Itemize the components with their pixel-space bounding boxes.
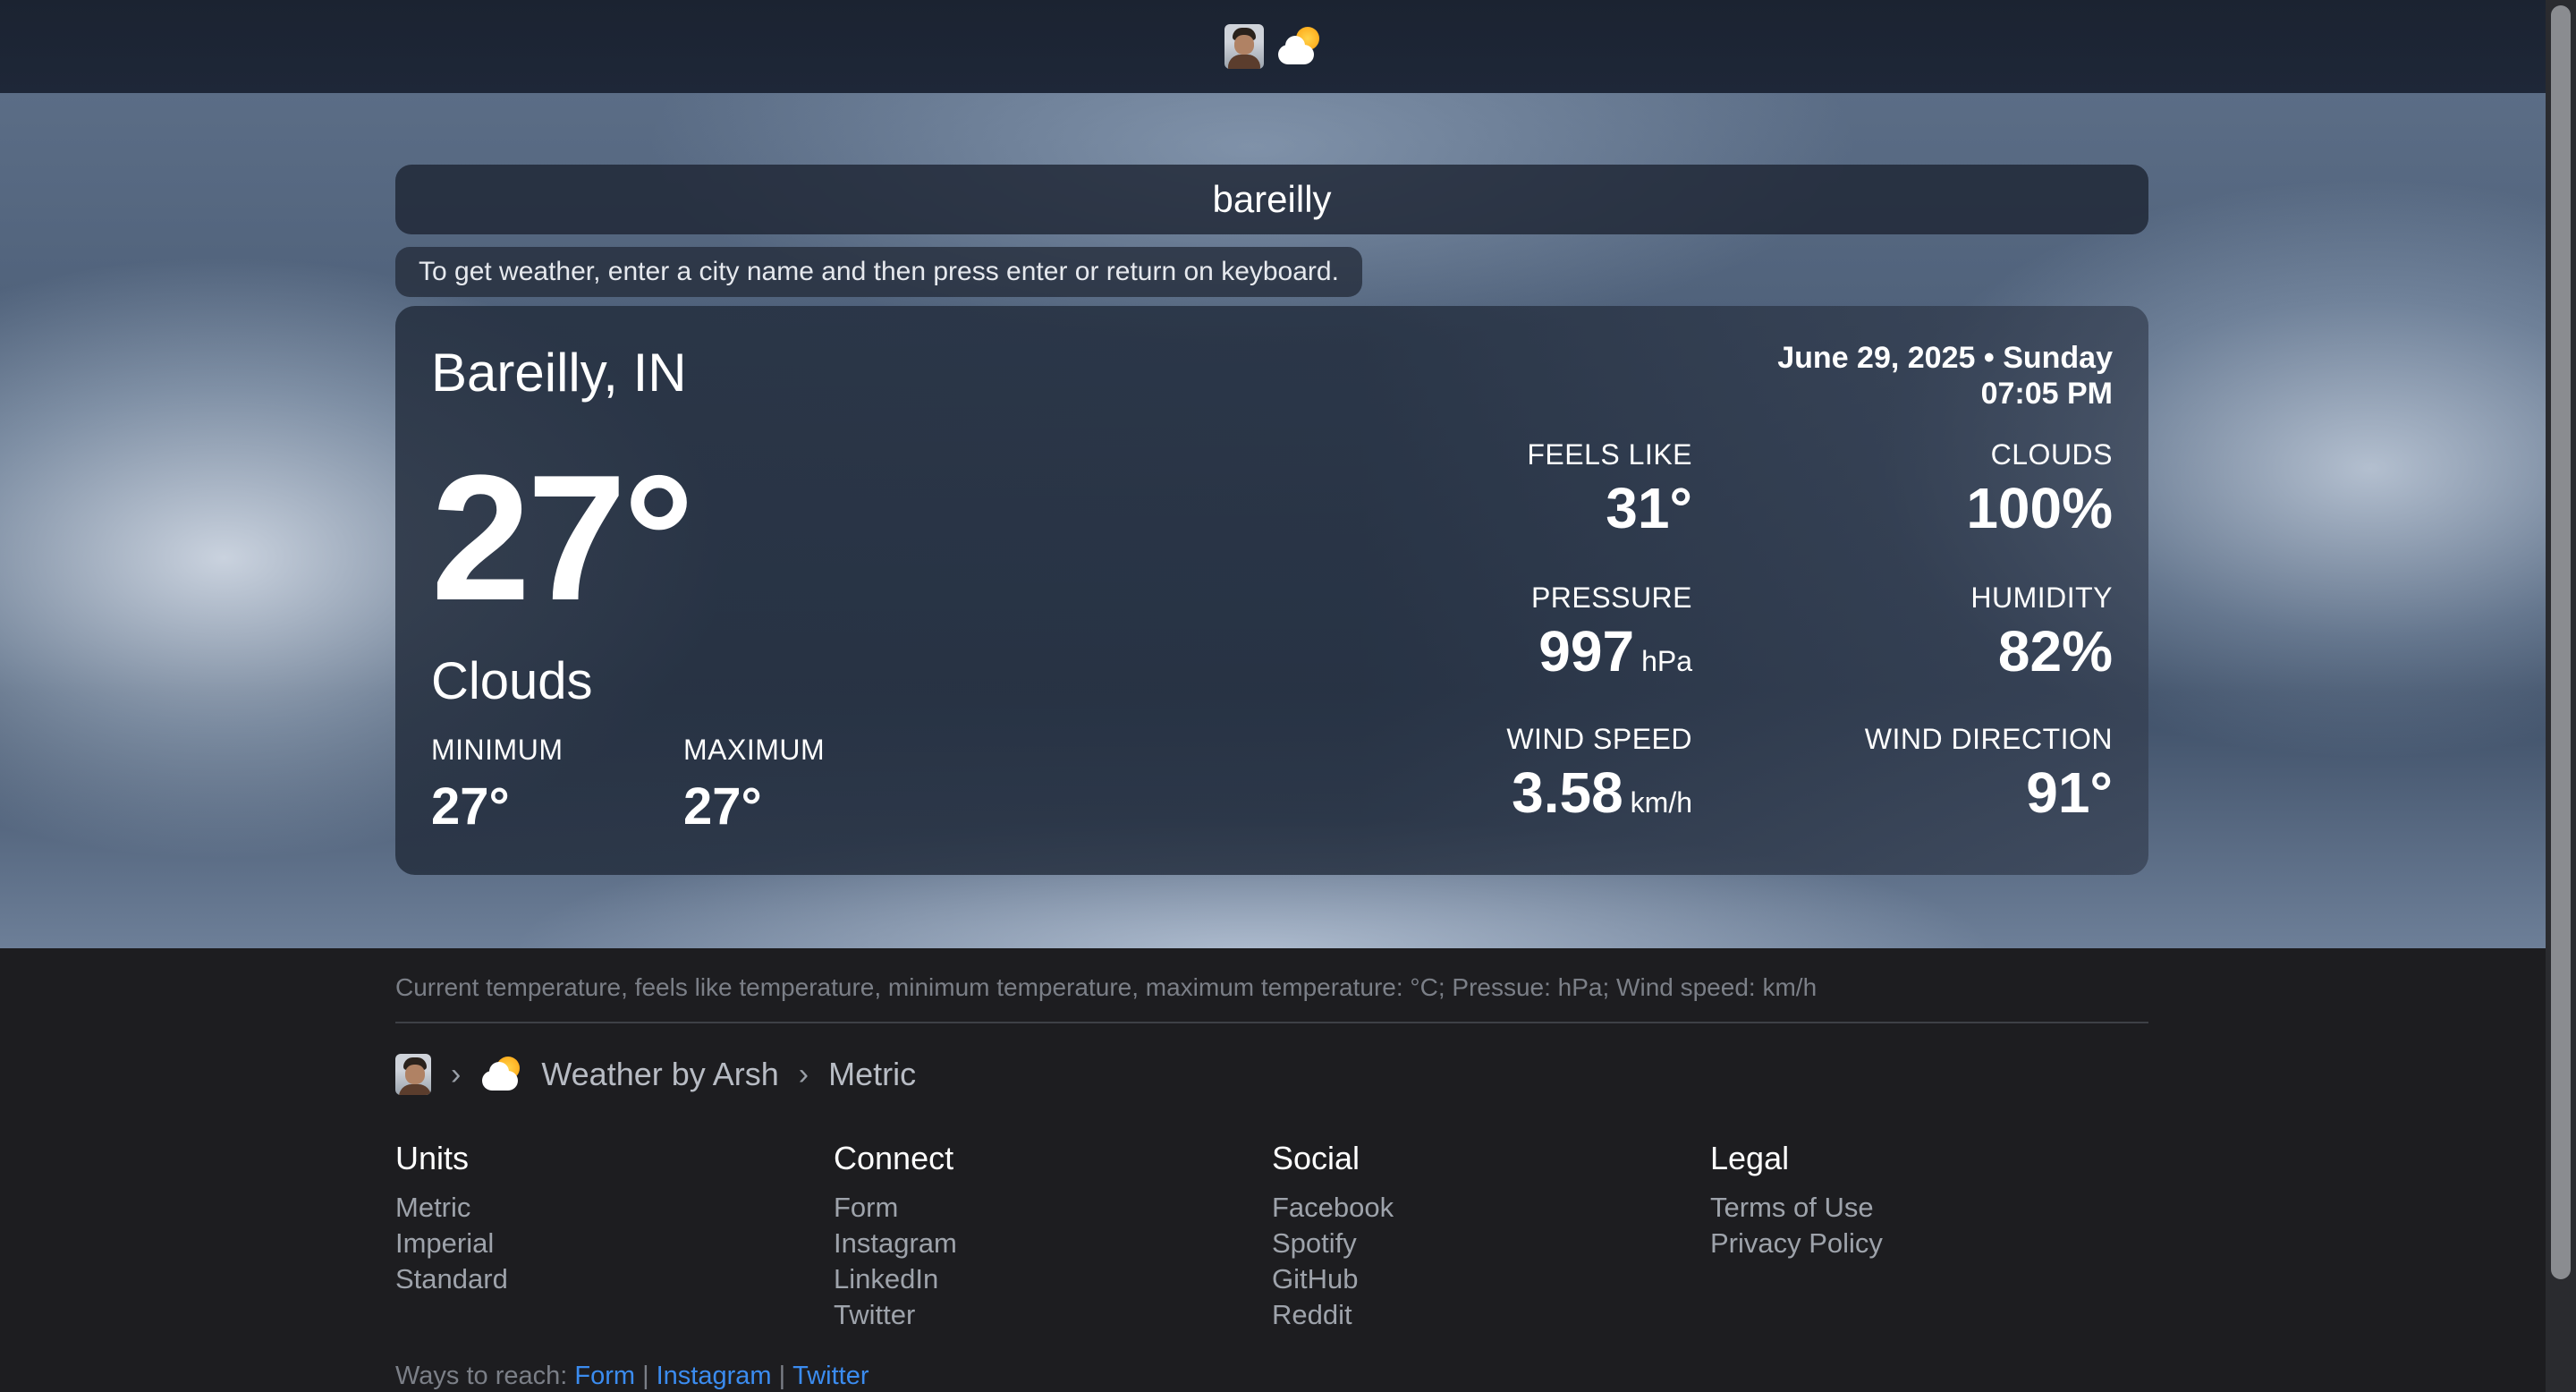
humidity-label: HUMIDITY (1970, 581, 2113, 614)
wind-speed-label: WIND SPEED (1506, 723, 1692, 755)
date-label: June 29, 2025 • Sunday (1777, 341, 2113, 375)
link-privacy-policy[interactable]: Privacy Policy (1710, 1226, 1883, 1261)
link-form[interactable]: Form (834, 1190, 957, 1226)
connect-column: Connect Form Instagram LinkedIn Twitter (834, 1140, 957, 1333)
ways-link-form[interactable]: Form (574, 1362, 635, 1390)
breadcrumb-app[interactable]: Weather by Arsh (541, 1056, 778, 1093)
humidity-value: 82% (1997, 619, 2113, 683)
social-column: Social Facebook Spotify GitHub Reddit (1272, 1140, 1394, 1333)
units-heading: Units (395, 1140, 470, 1176)
units-note: Current temperature, feels like temperat… (395, 973, 1818, 1001)
maximum-value: 27° (683, 777, 762, 836)
separator: | (642, 1362, 649, 1390)
link-github[interactable]: GitHub (1272, 1261, 1394, 1297)
wind-direction-label: WIND DIRECTION (1864, 723, 2113, 755)
separator: | (778, 1362, 786, 1390)
pressure-label: PRESSURE (1530, 581, 1692, 614)
link-reddit[interactable]: Reddit (1272, 1297, 1394, 1333)
breadcrumb-current[interactable]: Metric (828, 1056, 916, 1093)
city-search-input[interactable]: bareilly (395, 165, 2148, 234)
wind-speed-unit: km/h (1630, 786, 1692, 819)
city-name: Bareilly, IN (431, 343, 687, 403)
link-linkedin[interactable]: LinkedIn (834, 1261, 957, 1297)
ways-to-reach: Ways to reach: Form | Instagram | Twitter (395, 1362, 869, 1391)
weather-logo-icon[interactable] (480, 1057, 521, 1092)
scrollbar[interactable] (2546, 0, 2576, 1392)
units-column: Units Metric Imperial Standard (395, 1140, 508, 1297)
breadcrumb-avatar[interactable] (395, 1054, 431, 1095)
link-standard[interactable]: Standard (395, 1261, 508, 1297)
footer: Current temperature, feels like temperat… (0, 948, 2546, 1392)
breadcrumb: › Weather by Arsh › Metric (395, 1054, 916, 1095)
chevron-right-icon: › (451, 1057, 462, 1091)
link-metric[interactable]: Metric (395, 1190, 508, 1226)
ways-link-instagram[interactable]: Instagram (657, 1362, 772, 1390)
feels-like-label: FEELS LIKE (1527, 438, 1692, 471)
divider (395, 1022, 2148, 1023)
date-time: June 29, 2025 • Sunday 07:05 PM (1777, 340, 2113, 412)
search-hint: To get weather, enter a city name and th… (395, 247, 1362, 297)
maximum-label: MAXIMUM (683, 734, 826, 766)
feels-like-stat: FEELS LIKE 31° (1527, 438, 1692, 539)
link-spotify[interactable]: Spotify (1272, 1226, 1394, 1261)
link-imperial[interactable]: Imperial (395, 1226, 508, 1261)
minimum-label: MINIMUM (431, 734, 564, 766)
connect-heading: Connect (834, 1140, 954, 1176)
top-bar (0, 0, 2546, 93)
humidity-stat: HUMIDITY 82% (1970, 581, 2113, 683)
clouds-stat: CLOUDS 100% (1966, 438, 2113, 539)
wind-direction-value: 91° (2026, 760, 2113, 825)
wind-speed-stat: WIND SPEED 3.58 km/h (1506, 723, 1692, 824)
ways-link-twitter[interactable]: Twitter (792, 1362, 869, 1390)
link-instagram[interactable]: Instagram (834, 1226, 957, 1261)
clouds-value: 100% (1966, 476, 2113, 540)
feels-like-value: 31° (1606, 476, 1692, 540)
ways-label: Ways to reach: (395, 1362, 568, 1390)
weather-condition: Clouds (431, 652, 593, 710)
wind-speed-value: 3.58 (1512, 760, 1623, 825)
clouds-label: CLOUDS (1990, 438, 2113, 471)
current-temperature: 27° (431, 438, 694, 638)
pressure-stat: PRESSURE 997 hPa (1531, 581, 1692, 683)
weather-card: Bareilly, IN 27° Clouds MINIMUM 27° MAXI… (395, 306, 2148, 875)
avatar[interactable] (1224, 24, 1264, 69)
minimum-value: 27° (431, 777, 510, 836)
scrollbar-thumb[interactable] (2551, 5, 2571, 1279)
legal-column: Legal Terms of Use Privacy Policy (1710, 1140, 1883, 1261)
link-facebook[interactable]: Facebook (1272, 1190, 1394, 1226)
weather-logo-icon[interactable] (1276, 27, 1321, 66)
legal-heading: Legal (1710, 1140, 1790, 1176)
time-label: 07:05 PM (1980, 377, 2113, 411)
pressure-value: 997 (1538, 619, 1635, 683)
pressure-unit: hPa (1641, 645, 1692, 677)
social-heading: Social (1272, 1140, 1360, 1176)
link-twitter[interactable]: Twitter (834, 1297, 957, 1333)
link-terms-of-use[interactable]: Terms of Use (1710, 1190, 1883, 1226)
wind-direction-stat: WIND DIRECTION 91° (1865, 723, 2113, 824)
chevron-right-icon: › (798, 1057, 809, 1091)
